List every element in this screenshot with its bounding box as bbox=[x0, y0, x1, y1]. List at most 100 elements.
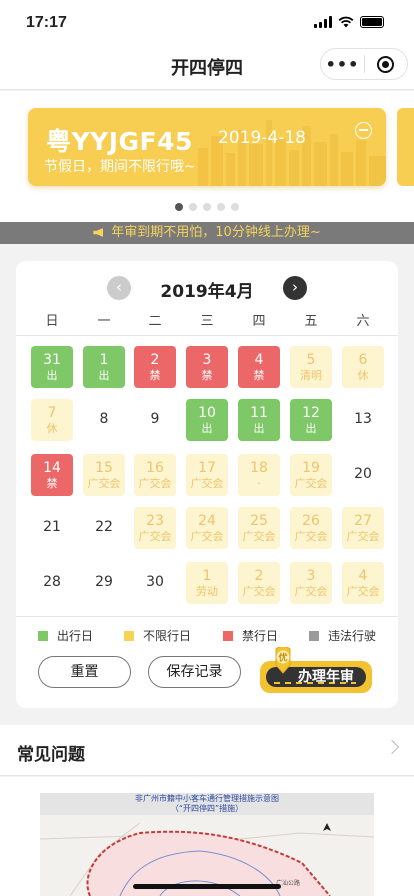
legend-item: 违法行驶 bbox=[309, 627, 376, 644]
day-number: 17 bbox=[198, 460, 216, 476]
calendar-day-free[interactable]: 16 广交会 bbox=[134, 454, 176, 496]
calendar-day-go[interactable]: 1出 bbox=[83, 346, 125, 388]
calendar-day-plain[interactable]: 13 bbox=[342, 399, 384, 441]
calendar-day-free[interactable]: 3 广交会 bbox=[290, 562, 332, 604]
close-button[interactable] bbox=[365, 55, 407, 73]
remove-plate-icon[interactable] bbox=[355, 122, 372, 139]
calendar-day-free[interactable]: 27 广交会 bbox=[342, 507, 384, 549]
day-number: 23 bbox=[146, 513, 164, 529]
next-month-button[interactable]: › bbox=[283, 276, 307, 300]
calendar-day-go[interactable]: 10 出 bbox=[186, 399, 228, 441]
save-record-button[interactable]: 保存记录 bbox=[148, 656, 241, 688]
map-section: 非广州市籍中小客车通行管理措施示意图 （“开四停四”措施） 广汕公路 bbox=[0, 777, 414, 896]
day-number: 5 bbox=[306, 352, 316, 368]
day-number: 12 bbox=[302, 405, 320, 421]
faq-row[interactable]: 常见问题 bbox=[0, 725, 414, 776]
card-note: 节假日，期间不限行哦~ bbox=[44, 159, 196, 175]
day-tag: 广交会 bbox=[346, 585, 380, 598]
nav-bar: 开四停四 ••• bbox=[0, 46, 414, 90]
status-icons bbox=[314, 16, 384, 28]
day-number: 1 bbox=[99, 352, 109, 368]
traffic-map-image[interactable]: 非广州市籍中小客车通行管理措施示意图 （“开四停四”措施） 广汕公路 bbox=[40, 793, 374, 896]
calendar-day-free[interactable]: 17 广交会 bbox=[186, 454, 228, 496]
day-number: 8 bbox=[99, 411, 109, 427]
wifi-icon bbox=[338, 16, 354, 28]
notice-bar[interactable]: 年审到期不用怕，10分钟线上办理~ bbox=[0, 222, 414, 244]
plate-card[interactable]: 粤YYJGF45 2019-4-18 节假日，期间不限行哦~ bbox=[28, 108, 386, 186]
calendar-day-go[interactable]: 11 出 bbox=[238, 399, 280, 441]
calendar-day-ban[interactable]: 14 禁 bbox=[31, 454, 73, 496]
calendar-day-plain[interactable]: 29 bbox=[83, 562, 125, 604]
divider bbox=[16, 616, 398, 617]
calendar-day-free[interactable]: 23 广交会 bbox=[134, 507, 176, 549]
home-indicator bbox=[133, 884, 281, 889]
day-tag: 禁 bbox=[46, 477, 58, 490]
reset-button[interactable]: 重置 bbox=[38, 656, 131, 688]
calendar-day-plain[interactable]: 22 bbox=[83, 507, 125, 549]
divider bbox=[16, 335, 398, 336]
calendar-day-plain[interactable]: 28 bbox=[31, 562, 73, 604]
day-number: 13 bbox=[354, 411, 372, 427]
calendar-day-free[interactable]: 6休 bbox=[342, 346, 384, 388]
calendar-day-free[interactable]: 24 广交会 bbox=[186, 507, 228, 549]
day-number: 10 bbox=[198, 405, 216, 421]
calendar-day-go[interactable]: 31 出 bbox=[31, 346, 73, 388]
day-number: 20 bbox=[354, 466, 372, 482]
calendar-day-free[interactable]: 26 广交会 bbox=[290, 507, 332, 549]
calendar-day-free[interactable]: 4 广交会 bbox=[342, 562, 384, 604]
annual-review-label: 办理年审 bbox=[298, 668, 354, 685]
next-card-peek[interactable] bbox=[397, 108, 414, 186]
annual-review-button[interactable]: 优 办理年审 bbox=[260, 645, 372, 695]
calendar-day-plain[interactable]: 9 bbox=[134, 399, 176, 441]
calendar-day-plain[interactable]: 21 bbox=[31, 507, 73, 549]
badge-icon-text: 优 bbox=[278, 652, 287, 664]
day-number: 26 bbox=[302, 513, 320, 529]
speaker-icon bbox=[93, 228, 104, 237]
calendar-day-free[interactable]: 19 广交会 bbox=[290, 454, 332, 496]
target-icon bbox=[377, 55, 395, 73]
weekday-header: 四 bbox=[252, 314, 266, 329]
calendar-day-plain[interactable]: 8 bbox=[83, 399, 125, 441]
legend-swatch bbox=[223, 630, 233, 641]
calendar-day-plain[interactable]: 20 bbox=[342, 454, 384, 496]
day-number: 15 bbox=[95, 460, 113, 476]
day-number: 7 bbox=[47, 405, 57, 421]
day-tag: 出 bbox=[305, 422, 317, 435]
calendar-day-free[interactable]: 7休 bbox=[31, 399, 73, 441]
calendar-day-go[interactable]: 12 出 bbox=[290, 399, 332, 441]
map-drawing: 广汕公路 bbox=[40, 822, 374, 896]
day-tag: · bbox=[257, 477, 261, 490]
calendar-day-free[interactable]: 15 广交会 bbox=[83, 454, 125, 496]
calendar-day-free[interactable]: 2 广交会 bbox=[238, 562, 280, 604]
day-number: 19 bbox=[302, 460, 320, 476]
signal-icon bbox=[314, 16, 332, 28]
day-tag: 出 bbox=[46, 369, 58, 382]
day-number: 21 bbox=[43, 519, 61, 535]
legend-swatch bbox=[38, 630, 48, 641]
calendar-month: 2019年4月 bbox=[160, 282, 254, 302]
day-tag: 出 bbox=[98, 369, 110, 382]
calendar-day-free[interactable]: 1 劳动 bbox=[186, 562, 228, 604]
calendar-day-ban[interactable]: 3禁 bbox=[186, 346, 228, 388]
day-number: 1 bbox=[202, 568, 212, 584]
weekday-header: 六 bbox=[356, 314, 370, 329]
day-number: 22 bbox=[95, 519, 113, 535]
annual-review-badge: 优 办理年审 bbox=[260, 645, 372, 693]
faq-title: 常见问题 bbox=[17, 745, 85, 765]
calendar-day-free[interactable]: 25 广交会 bbox=[238, 507, 280, 549]
weekday-header: 五 bbox=[304, 314, 318, 329]
legend-label: 出行日 bbox=[57, 629, 94, 643]
calendar-day-ban[interactable]: 4禁 bbox=[238, 346, 280, 388]
day-number: 24 bbox=[198, 513, 216, 529]
day-tag: 出 bbox=[201, 422, 213, 435]
calendar-day-free[interactable]: 18 · bbox=[238, 454, 280, 496]
weekday-header: 一 bbox=[97, 314, 111, 329]
more-button[interactable]: ••• bbox=[321, 55, 364, 74]
day-tag: 广交会 bbox=[87, 477, 121, 490]
day-tag: 广交会 bbox=[138, 530, 172, 543]
calendar-day-free[interactable]: 5 清明 bbox=[290, 346, 332, 388]
calendar-day-plain[interactable]: 30 bbox=[134, 562, 176, 604]
calendar-day-ban[interactable]: 2禁 bbox=[134, 346, 176, 388]
legend-swatch bbox=[309, 630, 319, 641]
day-number: 3 bbox=[202, 352, 212, 368]
